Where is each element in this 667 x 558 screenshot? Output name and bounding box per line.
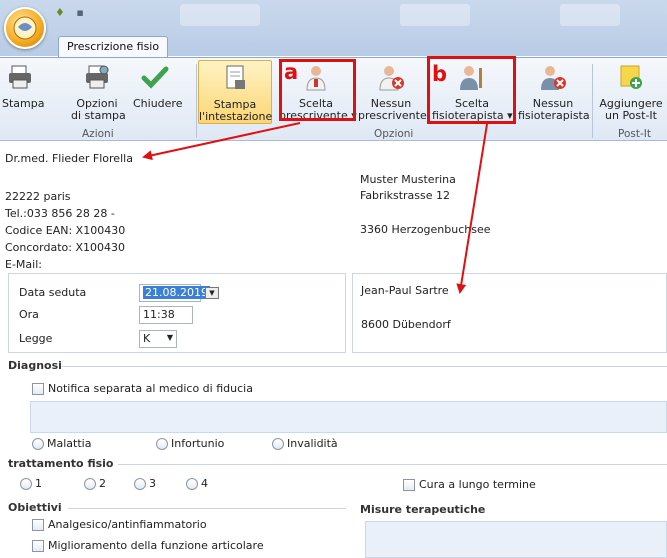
radio-treatment-4-label: 4 — [201, 477, 208, 490]
user-icon[interactable]: ♦ — [55, 6, 65, 19]
no-prescriber-button[interactable]: Nessun prescrivente — [358, 62, 427, 122]
time-label: Ora — [19, 308, 39, 321]
radio-infortunio-label: Infortunio — [171, 437, 225, 450]
law-select[interactable]: K ▼ — [139, 330, 177, 348]
radio-treatment-4[interactable] — [186, 478, 198, 490]
radio-treatment-1-label: 1 — [35, 477, 42, 490]
misure-title: Misure terapeutiche — [360, 503, 486, 516]
ribbon-separator — [592, 64, 593, 138]
ribbon-separator — [196, 64, 197, 138]
date-value: 21.08.2019 — [143, 286, 210, 299]
date-label: Data seduta — [19, 286, 87, 299]
prescriber-ean: Codice EAN: X100430 — [5, 224, 126, 237]
no-physiotherapist-icon — [541, 66, 566, 90]
print-options-button[interactable]: Opzioni di stampa — [71, 62, 126, 122]
group-label-azioni: Azioni — [82, 128, 114, 140]
law-value: K — [143, 332, 151, 345]
therapist-name: Jean-Paul Sartre — [361, 284, 449, 297]
radio-treatment-3[interactable] — [134, 478, 146, 490]
radio-malattia[interactable] — [32, 438, 44, 450]
diagnosi-title: Diagnosi — [8, 359, 62, 372]
section-divider — [62, 366, 667, 367]
obiettivi-title: Obiettivi — [8, 501, 62, 514]
separate-notice-label: Notifica separata al medico di fiducia — [48, 382, 253, 395]
radio-invalidita[interactable] — [272, 438, 284, 450]
blurred-area — [400, 4, 470, 26]
print-button[interactable]: Stampa — [2, 62, 44, 110]
no-physiotherapist-button[interactable]: Nessun fisioterapista — [518, 62, 590, 122]
therapist-panel: Jean-Paul Sartre 8600 Dübendorf — [352, 273, 667, 353]
prescriber-email: E-Mail: — [5, 258, 42, 271]
blurred-area — [560, 4, 620, 26]
long-term-checkbox[interactable] — [403, 479, 415, 491]
letterhead-icon — [226, 65, 245, 89]
separate-notice-checkbox[interactable] — [32, 383, 44, 395]
radio-treatment-3-label: 3 — [149, 477, 156, 490]
prescriber-tel: Tel.:033 856 28 28 - — [5, 207, 115, 220]
close-button[interactable]: Chiudere — [133, 62, 182, 110]
no-doctor-icon — [379, 66, 404, 91]
save-icon[interactable]: ▪ — [76, 6, 83, 19]
app-menu-orb-button[interactable] — [4, 7, 46, 49]
annotation-label-b: b — [432, 62, 448, 86]
prescriber-name: Dr.med. Flieder Florella — [5, 152, 133, 165]
quick-access-toolbar: ♦ ▪ — [55, 6, 84, 19]
date-field[interactable]: 21.08.2019 — [139, 284, 210, 302]
chevron-down-icon: ▼ — [166, 333, 173, 342]
diagnosis-textarea[interactable] — [30, 401, 667, 433]
analgesic-label: Analgesico/antinfiammatorio — [48, 518, 207, 531]
patient-name: Muster Musterina — [360, 173, 456, 186]
postit-icon — [620, 65, 642, 89]
tab-prescrizione-fisio[interactable]: Prescrizione fisio — [58, 36, 169, 58]
session-panel: Data seduta 21.08.2019 ▼ Ora 11:38 Legge… — [8, 273, 346, 353]
add-postit-button[interactable]: Aggiungere un Post-It — [596, 62, 666, 122]
checkmark-icon — [141, 66, 169, 89]
therapeutic-measures-textarea[interactable] — [365, 521, 667, 558]
joint-function-checkbox[interactable] — [32, 540, 44, 552]
section-divider — [68, 508, 346, 509]
printer-icon — [9, 65, 31, 89]
group-label-postit: Post-It — [618, 128, 651, 140]
radio-treatment-1[interactable] — [20, 478, 32, 490]
group-label-opzioni: Opzioni — [374, 128, 414, 140]
time-field[interactable]: 11:38 — [139, 306, 193, 324]
radio-malattia-label: Malattia — [47, 437, 92, 450]
print-options-icon — [86, 65, 109, 89]
patient-city: 3360 Herzogenbuchsee — [360, 223, 491, 236]
section-divider — [118, 464, 667, 465]
long-term-label: Cura a lungo termine — [419, 478, 536, 491]
print-letterhead-button[interactable]: Stampa l'intestazione — [198, 60, 272, 124]
prescription-form: Dr.med. Flieder Florella 22222 paris Tel… — [0, 141, 667, 558]
radio-treatment-2[interactable] — [84, 478, 96, 490]
prescriber-city: 22222 paris — [5, 190, 71, 203]
date-picker-button[interactable]: ▼ — [205, 287, 219, 299]
annotation-label-a: a — [284, 60, 299, 84]
radio-invalidita-label: Invalidità — [287, 437, 338, 450]
app-logo-icon — [13, 16, 37, 40]
trattamento-title: trattamento fisio — [8, 457, 114, 470]
therapist-city: 8600 Dübendorf — [361, 318, 451, 331]
prescriber-concordato: Concordato: X100430 — [5, 241, 125, 254]
analgesic-checkbox[interactable] — [32, 519, 44, 531]
law-label: Legge — [19, 332, 53, 345]
radio-infortunio[interactable] — [156, 438, 168, 450]
patient-street: Fabrikstrasse 12 — [360, 189, 451, 202]
radio-treatment-2-label: 2 — [99, 477, 106, 490]
joint-function-label: Miglioramento della funzione articolare — [48, 539, 264, 552]
blurred-area — [180, 4, 260, 26]
